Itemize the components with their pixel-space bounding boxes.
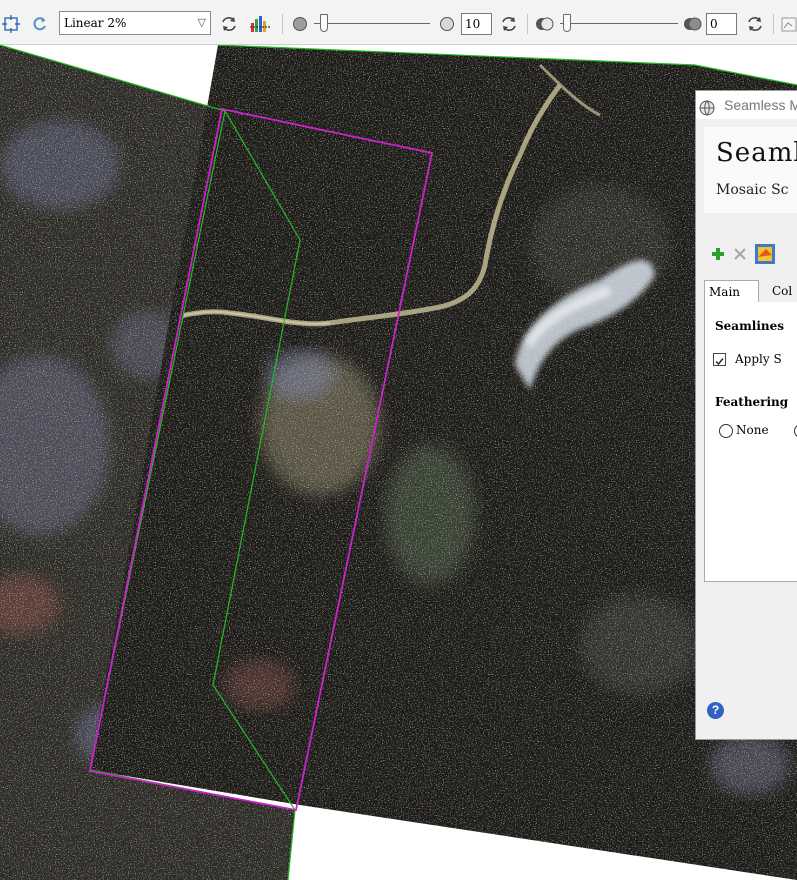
reset-icon[interactable] [30,13,50,35]
dialog-header-title: Seamle [716,138,797,168]
refresh-icon[interactable] [498,13,520,35]
brightness-slider-track[interactable] [314,23,430,24]
toolbar-separator [282,14,283,34]
transparency-slider-thumb[interactable] [563,14,571,32]
chevron-down-icon[interactable]: ▽ [198,12,206,34]
transparency-slider-track[interactable] [560,23,678,24]
brightness-input[interactable]: 10 [461,13,492,35]
globe-icon [699,97,715,125]
brightness-icon [290,13,310,35]
transparency-input[interactable]: 0 [706,13,737,35]
seamlines-section-title: Seamlines [715,319,785,333]
histogram-icon[interactable] [248,13,272,35]
brightness-max-icon [437,13,457,35]
map-view[interactable] [0,45,797,880]
feathering-section-title: Feathering [715,395,789,409]
display-toolbar: Linear 2% ▽ 10 0 [0,0,797,45]
layer-order-icon[interactable] [754,243,776,270]
dialog-tabs: Main Col [704,280,797,303]
dialog-header: Seamle Mosaic Sc [704,127,797,213]
stretch-type-select[interactable]: Linear 2% ▽ [59,11,211,35]
brightness-slider-thumb[interactable] [320,14,328,32]
add-icon[interactable] [710,246,726,267]
refresh-icon[interactable] [218,13,240,35]
feather-none-label: None [736,423,769,437]
dialog-toolbar [710,243,776,269]
mosaic-imagery [0,45,797,880]
contrast-icon [681,13,705,35]
dialog-header-subtitle: Mosaic Sc [716,182,789,198]
pan-icon[interactable] [0,13,22,35]
chart-icon[interactable] [780,13,797,35]
tab-color-correction[interactable]: Col [772,280,792,302]
apply-seamlines-label: Apply S [735,352,782,366]
refresh-icon[interactable] [744,13,766,35]
dialog-title: Seamless M [724,97,797,113]
toolbar-separator [773,14,774,34]
apply-seamlines-checkbox[interactable] [713,353,726,366]
seamless-mosaic-dialog: Seamless M Seamle Mosaic Sc Main Col Sea… [695,90,797,740]
feather-none-radio[interactable] [719,424,733,438]
dialog-titlebar[interactable]: Seamless M [696,91,797,119]
remove-icon[interactable] [732,246,748,267]
transparency-icon [533,13,557,35]
tab-panel-main [704,302,797,582]
help-icon[interactable]: ? [707,702,724,719]
tab-main[interactable]: Main [704,280,759,302]
stretch-type-value: Linear 2% [64,16,127,30]
toolbar-separator [527,14,528,34]
